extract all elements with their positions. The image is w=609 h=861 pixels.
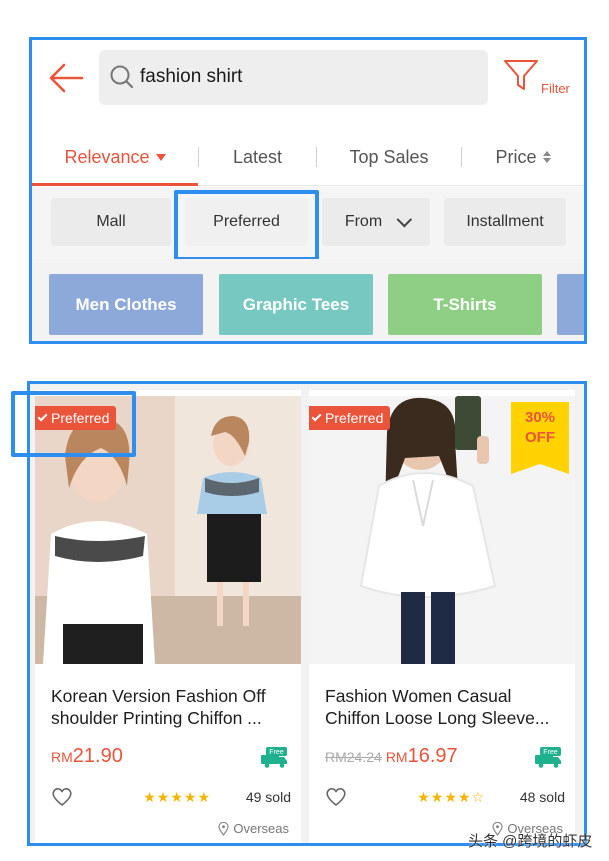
category-men-clothes[interactable]: Men Clothes (49, 274, 203, 335)
free-shipping-icon: Free (535, 747, 561, 768)
sort-tabs: Relevance Latest Top Sales Price (32, 128, 584, 186)
tab-price[interactable]: Price (462, 128, 584, 186)
filter-chip-preferred[interactable]: Preferred (185, 198, 308, 246)
watermark: 头条 @跨境的虾皮 (468, 833, 593, 850)
tab-label: Latest (232, 146, 283, 167)
title-line: shoulder Printing Chiffon ... (51, 708, 262, 728)
location-label: Overseas (233, 821, 289, 836)
chip-label: From (344, 213, 383, 230)
product-title[interactable]: Fashion Women Casual Chiffon Loose Long … (325, 685, 561, 729)
price: 21.90 (72, 745, 123, 767)
quick-filter-row: Mall Preferred From Installment (32, 187, 584, 261)
search-row: fashion shirt Filter (32, 40, 584, 126)
filter-chip-installment[interactable]: Installment (444, 198, 566, 246)
preferred-badge: Preferred (35, 406, 117, 430)
search-query: fashion shirt (140, 66, 243, 87)
search-icon (110, 65, 134, 89)
product-card[interactable]: Preferred Korean Version Fashion Off sho… (35, 390, 301, 843)
search-input[interactable]: fashion shirt (99, 50, 488, 105)
preferred-badge: Preferred (309, 406, 391, 430)
badge-label: Preferred (325, 410, 384, 426)
sold-count: 49 sold (245, 789, 291, 805)
arrow-left-icon[interactable] (46, 60, 86, 96)
sold-count: 48 sold (519, 789, 565, 805)
discount-badge: 30% OFF (511, 402, 569, 474)
tab-label: Price (495, 146, 537, 167)
free-label: Free (543, 749, 558, 756)
price-row: RM24.24 RM 16.97 (325, 745, 565, 771)
badge-label: Preferred (51, 410, 110, 426)
rating-stars: ★★★★☆ (417, 789, 485, 805)
category-t-shirts[interactable]: T-Shirts (388, 274, 542, 335)
heart-icon[interactable] (325, 787, 347, 807)
sort-arrows-icon (542, 151, 551, 163)
meta-row: ★★★★★ 49 sold (51, 787, 291, 809)
check-icon (311, 411, 322, 422)
tab-label: Relevance (64, 146, 150, 167)
discount-label: OFF (525, 429, 555, 446)
title-line: Fashion Women Casual (325, 686, 512, 706)
category-graphic-tees[interactable]: Graphic Tees (219, 274, 373, 335)
price: 16.97 (407, 745, 458, 767)
check-icon (37, 411, 48, 422)
filter-chip-from[interactable]: From (322, 198, 430, 246)
product-title[interactable]: Korean Version Fashion Off shoulder Prin… (51, 685, 287, 729)
location: Overseas (218, 821, 289, 836)
search-header-panel: fashion shirt Filter Relevance Latest To… (29, 37, 587, 344)
tab-relevance[interactable]: Relevance (32, 128, 198, 186)
title-line: Korean Version Fashion Off (51, 686, 266, 706)
tab-latest[interactable]: Latest (199, 128, 316, 186)
rating-stars: ★★★★★ (143, 789, 211, 805)
currency: RM (51, 749, 73, 765)
product-card[interactable]: Preferred 30% OFF Fashion Women Casual C… (309, 390, 575, 843)
product-image[interactable] (35, 396, 301, 664)
title-line: Chiffon Loose Long Sleeve... (325, 708, 550, 728)
discount-percent: 30% (524, 409, 556, 426)
location-pin-icon (218, 821, 229, 836)
filter-button[interactable]: Filter (502, 56, 580, 106)
free-shipping-icon: Free (261, 747, 287, 768)
filter-chip-mall[interactable]: Mall (51, 198, 171, 246)
heart-icon[interactable] (51, 787, 73, 807)
tab-label: Top Sales (349, 146, 429, 167)
original-price: RM24.24 (325, 749, 382, 765)
price-row: RM 21.90 (51, 745, 291, 771)
tab-top-sales[interactable]: Top Sales (317, 128, 461, 186)
category-next-partial[interactable] (557, 274, 584, 335)
caret-down-icon (155, 153, 166, 161)
chevron-down-icon (396, 211, 413, 227)
meta-row: ★★★★☆ 48 sold (325, 787, 565, 809)
currency: RM (385, 749, 408, 765)
product-grid: Preferred Korean Version Fashion Off sho… (27, 381, 587, 846)
active-tab-indicator (32, 183, 198, 186)
category-row: Men Clothes Graphic Tees T-Shirts (32, 259, 584, 341)
funnel-icon (504, 60, 538, 90)
filter-label: Filter (541, 81, 570, 96)
free-label: Free (269, 749, 284, 756)
product-photo (35, 396, 301, 664)
